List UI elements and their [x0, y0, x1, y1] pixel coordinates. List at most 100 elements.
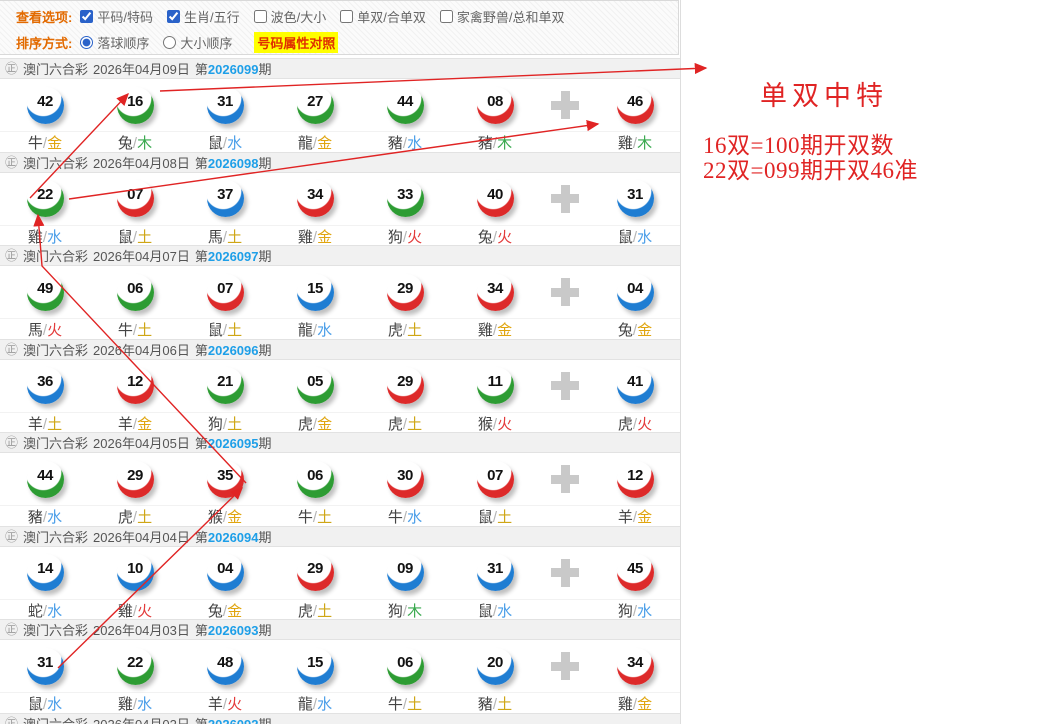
issue-value: 2026094: [208, 530, 259, 545]
plus-cell: [551, 91, 579, 119]
ball-cell: 49: [27, 274, 64, 311]
site-name: 澳门六合彩: [23, 620, 88, 639]
ball-cell: 29: [387, 367, 424, 404]
view-option[interactable]: 家禽野兽/总和单双: [440, 7, 565, 26]
zodiac-label: 羊: [28, 416, 43, 433]
lottery-ball: 29: [387, 367, 424, 404]
ball-cell: 07: [117, 180, 154, 217]
sort-option-radio[interactable]: [163, 36, 176, 49]
lottery-ball: 29: [117, 461, 154, 498]
zodiac-label: 猴: [478, 416, 493, 433]
lottery-ball: 22: [27, 180, 64, 217]
ball-cell: 41: [617, 367, 654, 404]
balls-row: 44293506300712: [0, 453, 680, 505]
view-option-checkbox[interactable]: [340, 10, 353, 23]
attributes-row: 豬/水虎/土猴/金牛/土牛/水鼠/土羊/金: [0, 505, 680, 526]
zodiac-label: 牛: [28, 135, 43, 152]
issue-number: 第2026095期: [195, 433, 272, 452]
view-option-checkbox[interactable]: [80, 10, 93, 23]
draw-date: 2026年04月05日: [93, 433, 190, 452]
zodiac-label: 豬: [478, 696, 493, 713]
view-option[interactable]: 单双/合单双: [340, 7, 426, 26]
issue-value: 2026093: [208, 623, 259, 638]
lottery-ball: 07: [477, 461, 514, 498]
ball-number: 10: [127, 560, 143, 577]
zodiac-label: 蛇: [28, 603, 43, 620]
ball-cell: 21: [207, 367, 244, 404]
zodiac-label: 龍: [298, 135, 313, 152]
element-label: 火: [407, 229, 422, 246]
zodiac-label: 龍: [298, 696, 313, 713]
result-row: ㊣澳门六合彩2026年04月09日第2026099期42163127440846…: [0, 58, 680, 152]
ball-attribute: 虎/土: [388, 413, 422, 434]
lottery-ball: 14: [27, 554, 64, 591]
view-option[interactable]: 波色/大小: [254, 7, 327, 26]
view-option[interactable]: 生肖/五行: [167, 7, 240, 26]
zodiac-label: 鼠: [208, 322, 223, 339]
ball-attribute: 牛/土: [388, 693, 422, 714]
row-header: ㊣澳门六合彩2026年04月06日第2026096期: [0, 339, 680, 360]
lottery-ball: 15: [297, 274, 334, 311]
element-label: 水: [47, 603, 62, 620]
zodiac-label: 雞: [298, 229, 313, 246]
number-attribute-compare-link[interactable]: 号码属性对照: [254, 32, 338, 53]
lottery-ball: 37: [207, 180, 244, 217]
ball-cell: 44: [387, 87, 424, 124]
lottery-ball: 33: [387, 180, 424, 217]
balls-row: 36122105291141: [0, 360, 680, 412]
lottery-ball: 36: [27, 367, 64, 404]
zodiac-label: 雞: [118, 696, 133, 713]
ball-attribute: 雞/火: [118, 600, 152, 621]
ball-attribute: 龍/水: [298, 319, 332, 340]
plus-cell: [551, 559, 579, 587]
site-name: 澳门六合彩: [23, 714, 88, 724]
lottery-ball: 31: [207, 87, 244, 124]
sort-options-group: 落球顺序大小顺序: [80, 33, 246, 52]
ball-number: 06: [127, 280, 143, 297]
element-label: 火: [47, 322, 62, 339]
element-label: 水: [47, 509, 62, 526]
zodiac-label: 牛: [388, 509, 403, 526]
view-option-checkbox[interactable]: [167, 10, 180, 23]
sort-option-radio[interactable]: [80, 36, 93, 49]
element-label: 土: [317, 603, 332, 620]
ball-attribute: 虎/火: [618, 413, 652, 434]
view-option-checkbox[interactable]: [254, 10, 267, 23]
view-option-label: 家禽野兽/总和单双: [457, 7, 565, 26]
ball-cell: 15: [297, 274, 334, 311]
lottery-ball: 42: [27, 87, 64, 124]
ball-attribute: 虎/土: [298, 600, 332, 621]
ball-cell: 09: [387, 554, 424, 591]
ball-number: 27: [307, 93, 323, 110]
lottery-ball: 21: [207, 367, 244, 404]
result-row: ㊣澳门六合彩2026年04月08日第2026098期22073734334031…: [0, 152, 680, 246]
draw-date: 2026年04月08日: [93, 153, 190, 172]
ball-number: 37: [217, 186, 233, 203]
sort-option-label: 落球顺序: [97, 33, 149, 52]
balls-row: 22073734334031: [0, 173, 680, 225]
zodiac-label: 雞: [618, 135, 633, 152]
lottery-ball: 06: [117, 274, 154, 311]
zodiac-label: 狗: [388, 229, 403, 246]
zodiac-label: 兔: [208, 603, 223, 620]
sort-option[interactable]: 大小顺序: [163, 33, 232, 52]
sort-option[interactable]: 落球顺序: [80, 33, 149, 52]
ball-attribute: 狗/木: [388, 600, 422, 621]
ball-attribute: 牛/金: [28, 132, 62, 153]
element-label: 水: [47, 696, 62, 713]
lottery-ball: 40: [477, 180, 514, 217]
sort-options-row: 排序方式: 落球顺序大小顺序 号码属性对照: [16, 31, 678, 53]
ball-attribute: 豬/水: [28, 506, 62, 527]
ball-attribute: 豬/土: [478, 693, 512, 714]
ball-number: 48: [217, 654, 233, 671]
lottery-ball: 04: [617, 274, 654, 311]
element-label: 土: [137, 322, 152, 339]
view-option-checkbox[interactable]: [440, 10, 453, 23]
ball-attribute: 蛇/水: [28, 600, 62, 621]
view-option[interactable]: 平码/特码: [80, 7, 153, 26]
lottery-ball: 34: [477, 274, 514, 311]
site-name: 澳门六合彩: [23, 340, 88, 359]
ball-cell: 06: [297, 461, 334, 498]
ball-number: 29: [127, 467, 143, 484]
element-label: 金: [317, 135, 332, 152]
